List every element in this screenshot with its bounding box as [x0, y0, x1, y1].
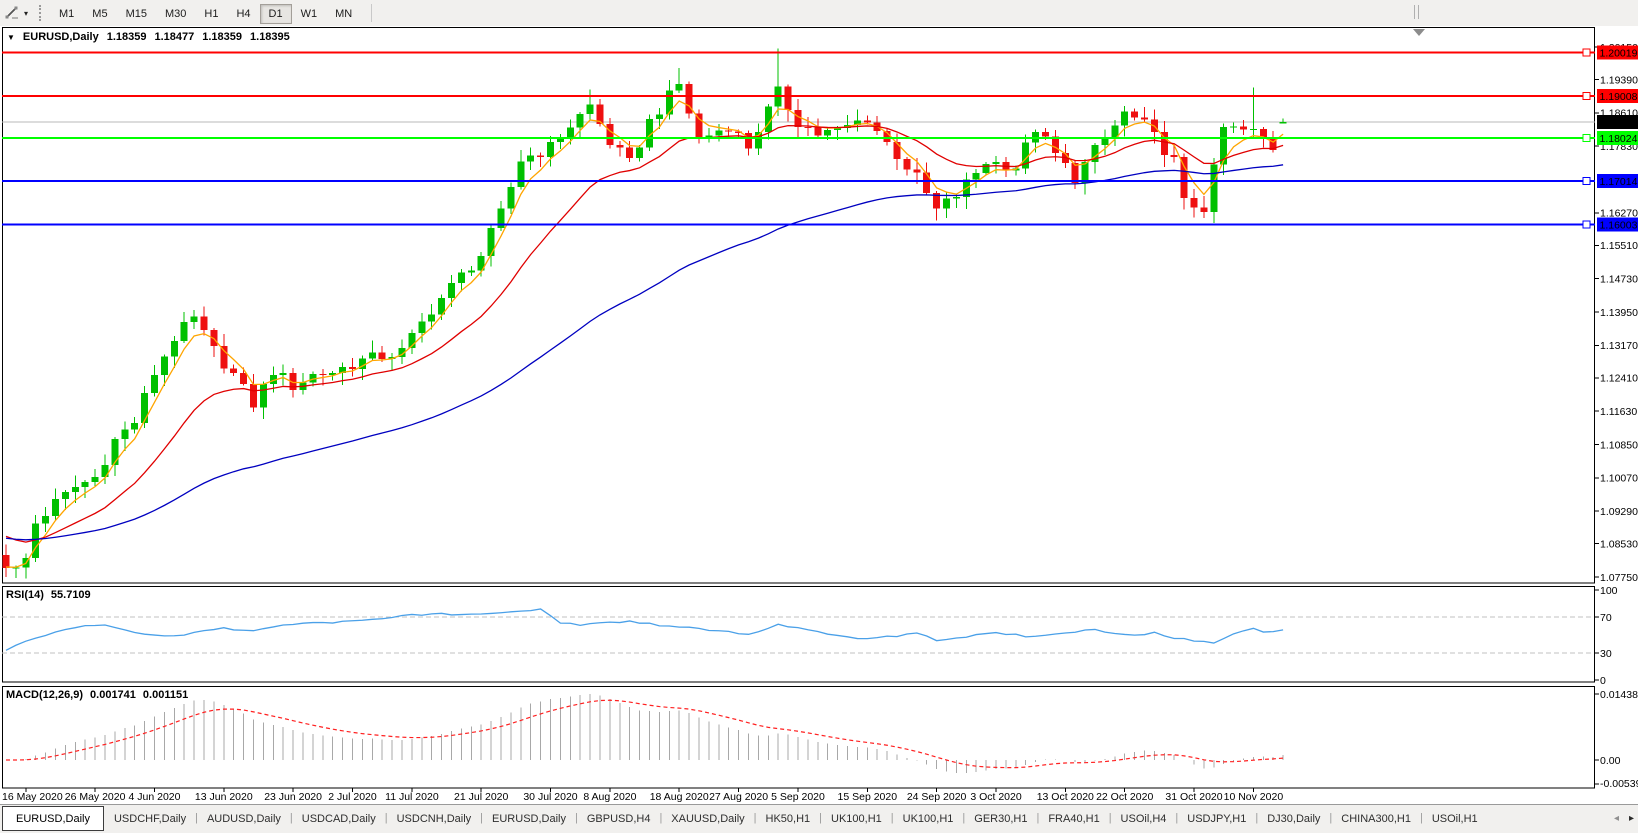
svg-text:-0.005396: -0.005396 — [1600, 778, 1638, 790]
svg-text:13 Oct 2020: 13 Oct 2020 — [1037, 791, 1094, 803]
title-symbol: EURUSD,Daily — [23, 31, 99, 43]
chart-tab-china300-h1[interactable]: CHINA300,H1 — [1332, 805, 1420, 833]
chart-tab-eurusd-daily[interactable]: EURUSD,Daily — [2, 806, 104, 831]
svg-text:0: 0 — [1600, 675, 1606, 687]
macd-indicator-label: MACD(12,26,9) 0.001741 0.001151 — [6, 689, 188, 701]
svg-text:16 May 2020: 16 May 2020 — [2, 791, 63, 803]
svg-text:26 May 2020: 26 May 2020 — [65, 791, 126, 803]
chart-tab-usdjpy-h1[interactable]: USDJPY,H1 — [1178, 805, 1255, 833]
chart-tab-xauusd-daily[interactable]: XAUUSD,Daily — [662, 805, 753, 833]
timeframe-button-h1[interactable]: H1 — [195, 4, 227, 24]
timeframe-button-mn[interactable]: MN — [326, 4, 361, 24]
svg-text:1.17014: 1.17014 — [1600, 176, 1638, 188]
tab-scroll-right-icon[interactable]: ▸ — [1629, 813, 1634, 824]
chart-tab-group: EURUSD,DailyUSDCHF,Daily|AUDUSD,Daily|US… — [1, 805, 1487, 833]
svg-text:5 Sep 2020: 5 Sep 2020 — [771, 791, 825, 803]
macd-main-value: 0.001741 — [90, 689, 136, 701]
collapse-arrow-icon[interactable]: ▼ — [7, 31, 15, 43]
svg-text:1.15510: 1.15510 — [1600, 240, 1638, 252]
svg-text:1.13170: 1.13170 — [1600, 340, 1638, 352]
svg-text:1.16003: 1.16003 — [1600, 219, 1638, 231]
timeframe-button-h4[interactable]: H4 — [227, 4, 259, 24]
title-high: 1.18477 — [154, 31, 194, 43]
chart-tab-hk50-h1[interactable]: HK50,H1 — [757, 805, 820, 833]
tab-scroll-arrows: ◂ ▸ — [1606, 813, 1634, 824]
svg-text:15 Sep 2020: 15 Sep 2020 — [838, 791, 898, 803]
svg-text:4 Jun 2020: 4 Jun 2020 — [129, 791, 181, 803]
chart-tab-gbpusd-h4[interactable]: GBPUSD,H4 — [578, 805, 660, 833]
svg-text:1.10070: 1.10070 — [1600, 473, 1638, 485]
chart-tab-usdcad-daily[interactable]: USDCAD,Daily — [293, 805, 385, 833]
toolbar-handle — [1414, 5, 1419, 19]
svg-text:1.10850: 1.10850 — [1600, 439, 1638, 451]
chart-tabs-bar: EURUSD,DailyUSDCHF,Daily|AUDUSD,Daily|US… — [0, 804, 1638, 833]
toolbar-grip — [39, 5, 41, 21]
macd-name: MACD(12,26,9) — [6, 689, 83, 701]
title-low: 1.18359 — [202, 31, 242, 43]
price-chart[interactable]: 1.201501.193901.186101.178301.162701.155… — [0, 0, 1638, 833]
title-open: 1.18359 — [107, 31, 147, 43]
rsi-name: RSI(14) — [6, 589, 44, 601]
svg-text:70: 70 — [1600, 612, 1612, 624]
svg-text:1.19390: 1.19390 — [1600, 74, 1638, 86]
svg-text:1.11630: 1.11630 — [1600, 406, 1637, 418]
timeframe-button-m1[interactable]: M1 — [50, 4, 83, 24]
chart-tab-uk100-h1[interactable]: UK100,H1 — [822, 805, 891, 833]
svg-text:23 Jun 2020: 23 Jun 2020 — [264, 791, 322, 803]
rsi-indicator-label: RSI(14) 55.7109 — [6, 589, 91, 601]
svg-text:27 Aug 2020: 27 Aug 2020 — [709, 791, 768, 803]
svg-text:1.08530: 1.08530 — [1600, 538, 1638, 550]
svg-text:18 Aug 2020: 18 Aug 2020 — [650, 791, 709, 803]
title-close: 1.18395 — [250, 31, 290, 43]
timeframe-button-m15[interactable]: M15 — [117, 4, 156, 24]
tab-scroll-left-icon[interactable]: ◂ — [1614, 813, 1619, 824]
chart-tab-eurusd-daily[interactable]: EURUSD,Daily — [483, 805, 575, 833]
svg-text:8 Aug 2020: 8 Aug 2020 — [583, 791, 636, 803]
svg-text:10 Nov 2020: 10 Nov 2020 — [1224, 791, 1284, 803]
timeframe-button-d1[interactable]: D1 — [260, 4, 292, 24]
svg-text:1.07750: 1.07750 — [1600, 572, 1638, 584]
svg-text:100: 100 — [1600, 585, 1618, 597]
svg-text:1.12410: 1.12410 — [1600, 373, 1638, 385]
timeframe-button-group: M1M5M15M30H1H4D1W1MN — [50, 4, 361, 22]
chart-tab-audusd-daily[interactable]: AUDUSD,Daily — [198, 805, 290, 833]
chart-tab-usdcnh-daily[interactable]: USDCNH,Daily — [388, 805, 481, 833]
chart-title: ▼ EURUSD,Daily 1.18359 1.18477 1.18359 1… — [7, 31, 290, 43]
svg-text:30 Jul 2020: 30 Jul 2020 — [523, 791, 577, 803]
chart-tab-usoil-h4[interactable]: USOil,H4 — [1112, 805, 1176, 833]
svg-text:0.014384: 0.014384 — [1600, 689, 1638, 701]
line-studies-icon[interactable] — [4, 5, 20, 21]
svg-text:1.14730: 1.14730 — [1600, 273, 1638, 285]
chart-tab-usdchf-daily[interactable]: USDCHF,Daily — [105, 805, 195, 833]
svg-text:11 Jul 2020: 11 Jul 2020 — [385, 791, 439, 803]
svg-text:30: 30 — [1600, 648, 1612, 660]
svg-text:1.18395: 1.18395 — [1600, 117, 1638, 129]
svg-text:1.20019: 1.20019 — [1600, 48, 1638, 60]
svg-text:13 Jun 2020: 13 Jun 2020 — [195, 791, 253, 803]
svg-text:21 Jul 2020: 21 Jul 2020 — [454, 791, 508, 803]
timeframe-button-m30[interactable]: M30 — [156, 4, 195, 24]
svg-text:0.00: 0.00 — [1600, 755, 1621, 767]
svg-text:2 Jul 2020: 2 Jul 2020 — [328, 791, 377, 803]
svg-text:24 Sep 2020: 24 Sep 2020 — [907, 791, 967, 803]
rsi-value: 55.7109 — [51, 589, 91, 601]
svg-text:1.19008: 1.19008 — [1600, 91, 1638, 103]
svg-text:3 Oct 2020: 3 Oct 2020 — [970, 791, 1022, 803]
svg-text:22 Oct 2020: 22 Oct 2020 — [1096, 791, 1153, 803]
timeframe-button-w1[interactable]: W1 — [292, 4, 327, 24]
svg-text:1.09290: 1.09290 — [1600, 506, 1638, 518]
svg-text:1.18024: 1.18024 — [1600, 133, 1638, 145]
toolbar-separator — [371, 4, 372, 22]
chart-tab-ger30-h1[interactable]: GER30,H1 — [965, 805, 1036, 833]
chart-tab-usoil-h1[interactable]: USOil,H1 — [1423, 805, 1487, 833]
top-toolbar: ▾ M1M5M15M30H1H4D1W1MN — [0, 0, 1638, 26]
svg-text:31 Oct 2020: 31 Oct 2020 — [1165, 791, 1222, 803]
toolbar-dropdown-caret-icon[interactable]: ▾ — [22, 9, 33, 18]
chart-tab-uk100-h1[interactable]: UK100,H1 — [894, 805, 963, 833]
chart-tab-fra40-h1[interactable]: FRA40,H1 — [1039, 805, 1108, 833]
chart-tab-dj30-daily[interactable]: DJ30,Daily — [1258, 805, 1329, 833]
timeframe-button-m5[interactable]: M5 — [83, 4, 116, 24]
macd-signal-value: 0.001151 — [143, 689, 188, 701]
svg-text:1.13950: 1.13950 — [1600, 307, 1638, 319]
